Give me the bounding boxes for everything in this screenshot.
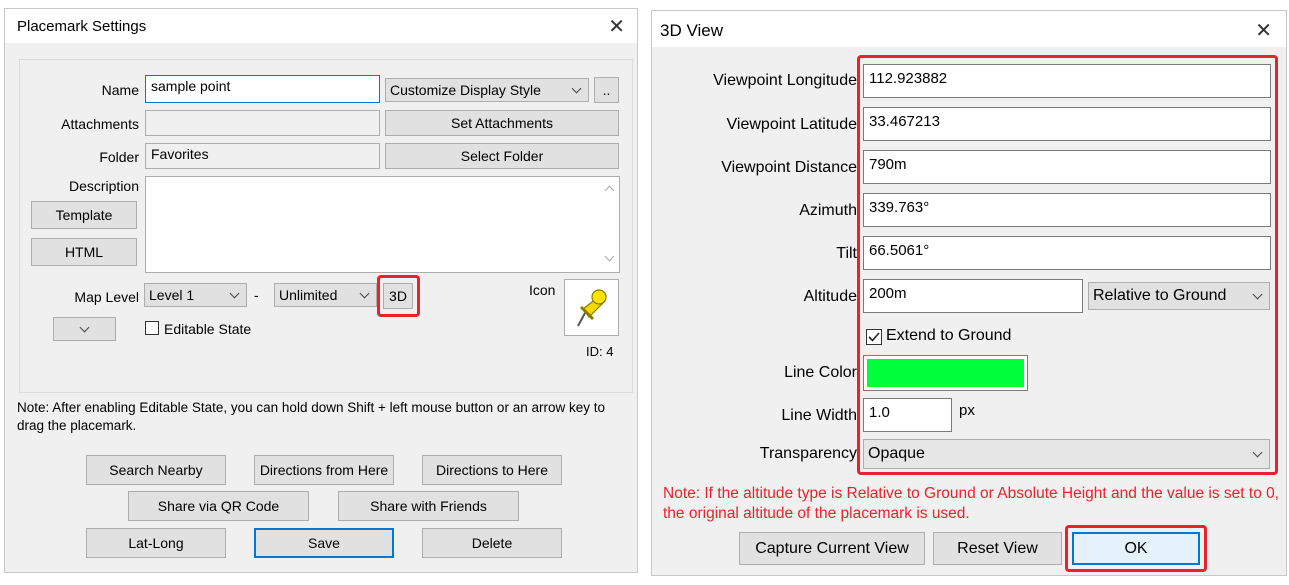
altitude-note: Note: If the altitude type is Relative t…	[663, 485, 1280, 522]
viewpoint-distance-input[interactable]: 790m	[863, 150, 1271, 184]
map-level-from-select[interactable]: Level 1	[144, 283, 247, 307]
azimuth-input[interactable]: 339.763°	[863, 193, 1271, 227]
line-width-unit: px	[959, 402, 975, 419]
title-bar: Placemark Settings ✕	[5, 9, 637, 43]
reset-view-button[interactable]: Reset View	[933, 532, 1062, 565]
name-input[interactable]: sample point	[145, 75, 380, 103]
display-style-select[interactable]: Customize Display Style	[385, 78, 589, 102]
expand-dropdown[interactable]	[53, 317, 116, 341]
scroll-up-icon[interactable]	[604, 185, 615, 196]
editable-state-note: Note: After enabling Editable State, you…	[17, 400, 605, 433]
line-width-label: Line Width	[781, 407, 857, 424]
extend-to-ground-checkbox[interactable]	[866, 329, 882, 345]
map-level-to-select[interactable]: Unlimited	[274, 283, 377, 307]
share-qr-button[interactable]: Share via QR Code	[128, 491, 309, 521]
viewpoint-longitude-input[interactable]: 112.923882	[863, 64, 1271, 98]
dialog-title: Placemark Settings	[17, 18, 147, 35]
chevron-down-icon	[1252, 447, 1263, 457]
altitude-mode-select[interactable]: Relative to Ground	[1088, 282, 1270, 310]
chevron-down-icon	[1252, 289, 1263, 299]
dialog-title: 3D View	[660, 21, 723, 40]
altitude-input[interactable]: 200m	[863, 279, 1083, 313]
line-color-swatch[interactable]	[863, 355, 1028, 391]
lat-long-button[interactable]: Lat-Long	[86, 528, 226, 558]
chevron-down-icon	[229, 288, 240, 298]
altitude-label: Altitude	[803, 288, 857, 305]
placemark-settings-dialog: Placemark Settings ✕ Name sample point C…	[4, 8, 638, 573]
icon-picker-button[interactable]	[564, 279, 619, 336]
icon-label: Icon	[529, 282, 556, 298]
close-icon[interactable]: ✕	[1255, 18, 1272, 43]
viewpoint-latitude-label: Viewpoint Latitude	[726, 116, 857, 133]
editable-state-label: Editable State	[164, 321, 252, 337]
extend-to-ground-label: Extend to Ground	[886, 327, 1012, 344]
pushpin-icon	[576, 288, 607, 326]
name-label: Name	[101, 82, 139, 98]
tilt-input[interactable]: 66.5061°	[863, 236, 1271, 270]
save-button[interactable]: Save	[254, 528, 394, 558]
html-button[interactable]: HTML	[31, 238, 137, 266]
folder-field: Favorites	[145, 143, 380, 169]
directions-to-here-button[interactable]: Directions to Here	[422, 455, 562, 485]
ok-button[interactable]: OK	[1072, 532, 1200, 565]
chevron-down-icon	[359, 288, 370, 298]
description-label: Description	[68, 178, 139, 194]
id-label: ID: 4	[586, 344, 614, 359]
select-folder-button[interactable]: Select Folder	[385, 143, 619, 169]
template-button[interactable]: Template	[31, 201, 137, 229]
line-color-fill	[867, 359, 1024, 387]
description-textarea[interactable]	[145, 176, 620, 273]
chevron-down-icon	[571, 83, 582, 93]
close-icon[interactable]: ✕	[608, 14, 625, 39]
viewpoint-distance-label: Viewpoint Distance	[721, 159, 857, 176]
chevron-down-icon	[79, 322, 90, 332]
set-attachments-button[interactable]: Set Attachments	[385, 110, 619, 136]
attachments-field	[145, 110, 380, 136]
map-level-label: Map Level	[74, 289, 139, 305]
share-friends-button[interactable]: Share with Friends	[338, 491, 519, 521]
3d-view-dialog: 3D View ✕ Viewpoint Longitude 112.923882…	[651, 10, 1287, 576]
viewpoint-latitude-input[interactable]: 33.467213	[863, 107, 1271, 141]
capture-current-view-button[interactable]: Capture Current View	[739, 532, 925, 565]
map-level-separator: -	[254, 287, 259, 303]
delete-button[interactable]: Delete	[422, 528, 562, 558]
search-nearby-button[interactable]: Search Nearby	[86, 455, 226, 485]
directions-from-here-button[interactable]: Directions from Here	[254, 455, 394, 485]
3d-button[interactable]: 3D	[383, 283, 413, 309]
transparency-select[interactable]: Opaque	[863, 439, 1270, 469]
checkmark-icon	[868, 332, 880, 342]
azimuth-label: Azimuth	[799, 202, 857, 219]
attachments-label: Attachments	[61, 116, 139, 132]
line-color-label: Line Color	[784, 364, 857, 381]
scroll-down-icon[interactable]	[604, 251, 615, 262]
title-bar: 3D View ✕	[652, 11, 1286, 47]
editable-state-checkbox[interactable]	[145, 321, 159, 335]
viewpoint-longitude-label: Viewpoint Longitude	[713, 72, 857, 89]
tilt-label: Tilt	[836, 245, 857, 262]
more-button[interactable]: ..	[594, 77, 619, 103]
description-scrollbar[interactable]	[601, 177, 619, 272]
transparency-label: Transparency	[759, 445, 857, 462]
folder-label: Folder	[99, 149, 139, 165]
line-width-input[interactable]: 1.0	[863, 398, 952, 432]
